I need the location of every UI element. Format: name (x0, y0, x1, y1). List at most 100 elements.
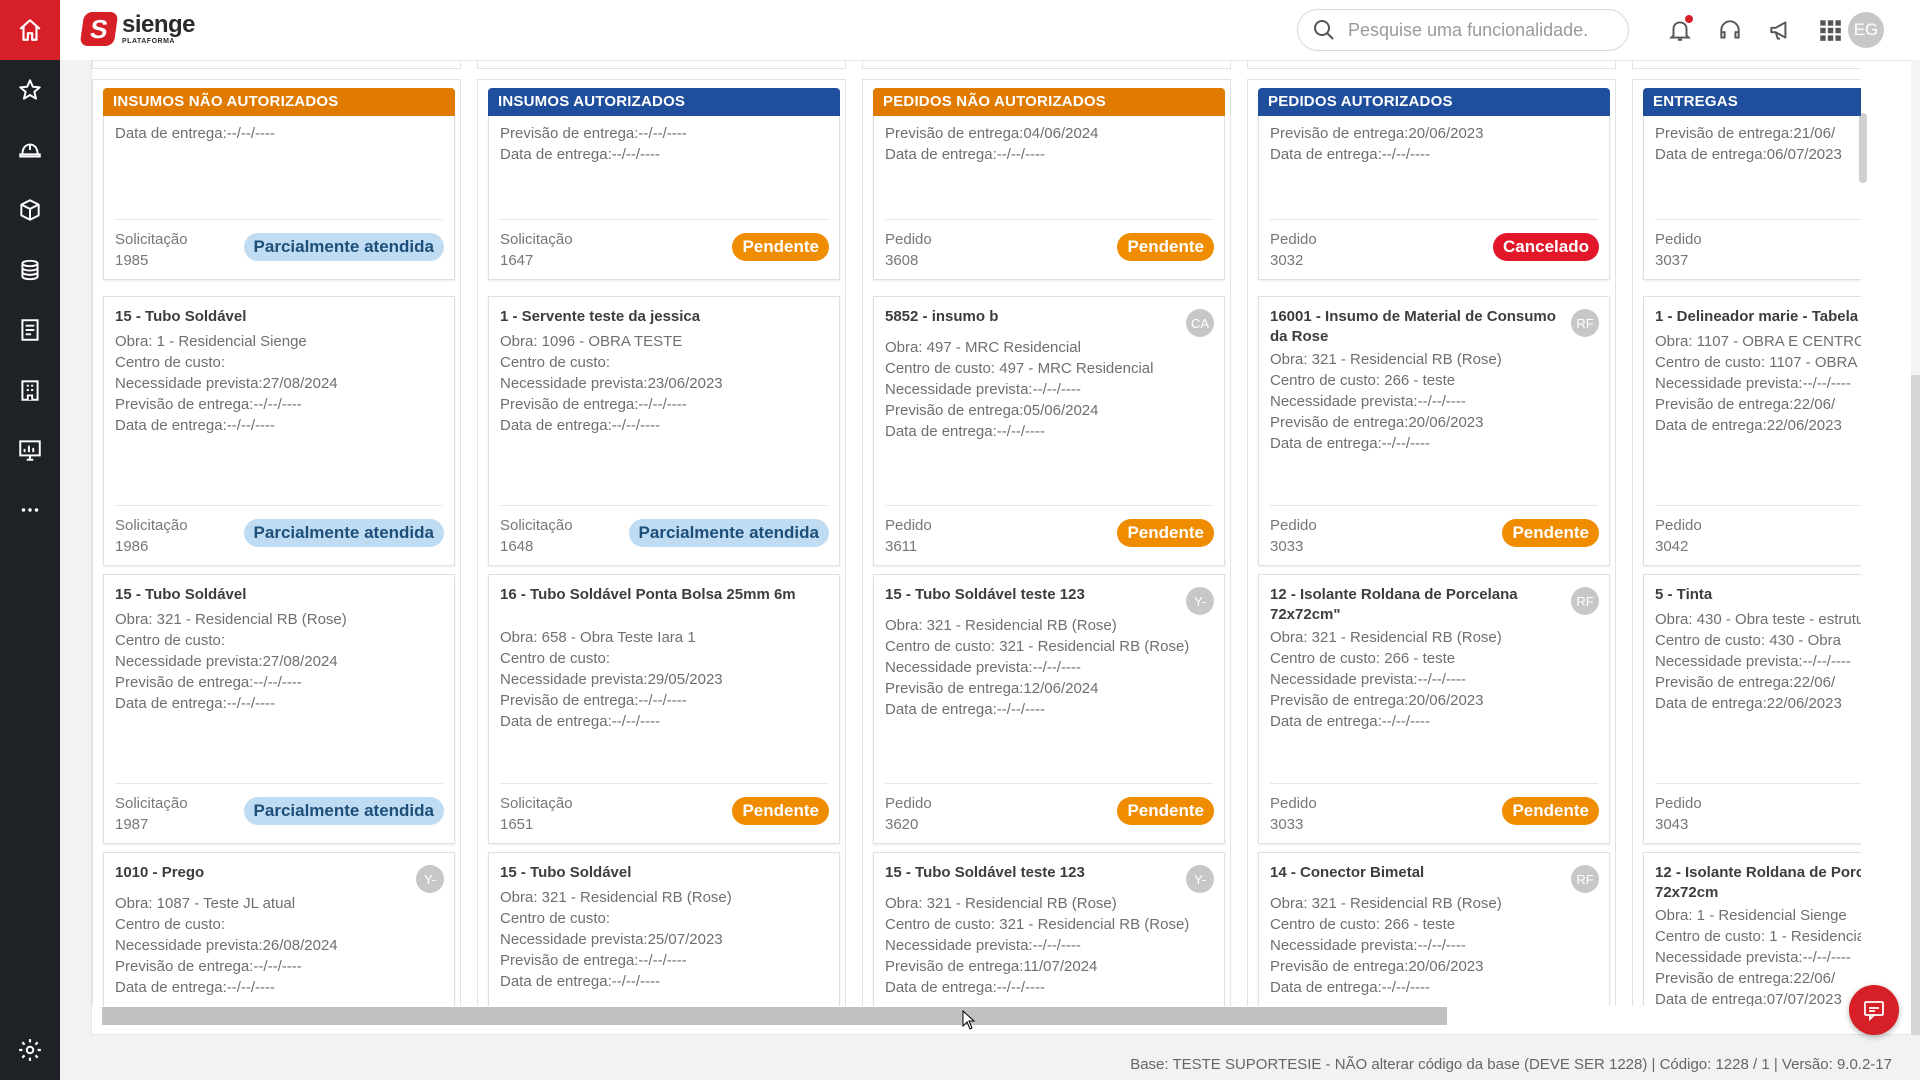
card-detail-line: Centro de custo: 266 - teste (1270, 372, 1456, 389)
kanban-card[interactable]: 1010 - Prego Y- Obra: 1087 - Teste JL atua… (103, 852, 455, 1006)
column-header: PEDIDOS AUTORIZADOS (1258, 88, 1610, 116)
card-reference: Pedido 3611 (885, 515, 932, 557)
reference-number[interactable]: 3620 (885, 814, 932, 835)
reference-number[interactable]: 3043 (1655, 814, 1702, 835)
building-icon[interactable] (0, 370, 60, 410)
card-detail-line: Data de entrega:--/--/---- (1270, 979, 1431, 996)
card-divider (115, 219, 443, 220)
card-reference: Pedido 3032 (1270, 229, 1317, 271)
card-detail-line: Previsão de entrega:--/--/---- (115, 674, 302, 691)
logo-mark: S (79, 12, 119, 46)
star-icon[interactable] (0, 70, 60, 110)
kanban-card[interactable]: Previsão de entrega:04/06/2024 Data de en… (873, 116, 1225, 280)
search-input[interactable] (1348, 19, 1608, 41)
reference-number[interactable]: 1985 (115, 250, 188, 271)
kanban-card[interactable]: 15 - Tubo Soldável teste 123 Y- Obra: 321 … (873, 852, 1225, 1006)
card-reference: Pedido 3033 (1270, 793, 1317, 835)
reference-type: Pedido (1270, 517, 1317, 534)
bell-icon[interactable] (1665, 15, 1695, 45)
helmet-icon[interactable] (0, 130, 60, 170)
card-detail-line: Centro de custo: 266 - teste (1270, 916, 1456, 933)
reference-number[interactable]: 3042 (1655, 536, 1702, 557)
kanban-card[interactable]: 15 - Tubo Soldável Obra: 1 - Residencial … (103, 296, 455, 566)
user-avatar[interactable]: EG (1848, 12, 1884, 48)
headset-icon[interactable] (1715, 15, 1745, 45)
reference-number[interactable]: 3608 (885, 250, 932, 271)
card-reference: Solicitação 1985 (115, 229, 188, 271)
kanban-card[interactable]: Data de entrega:--/--/---- Solicitação 198… (103, 116, 455, 280)
status-badge: Parcialmente atendida (243, 519, 444, 547)
assignee-avatar: RF (1571, 309, 1599, 337)
kanban-card[interactable]: 15 - Tubo Soldável Obra: 321 - Residencia… (103, 574, 455, 844)
card-detail-line: Obra: 321 - Residencial RB (Rose) (115, 611, 347, 628)
kanban-card[interactable]: 14 - Conector Bimetal RF Obra: 321 - Resid… (1258, 852, 1610, 1006)
chat-button[interactable] (1849, 985, 1899, 1035)
column-scrollbar[interactable] (1859, 113, 1867, 183)
kanban-card[interactable]: Previsão de entrega:--/--/---- Data de en… (488, 116, 840, 280)
box-icon[interactable] (0, 190, 60, 230)
kanban-board: INSUMOS NÃO AUTORIZADOS Data de entrega:-… (91, 60, 1920, 1035)
kanban-card[interactable]: 12 - Isolante Roldana de Porcelana 72x72… (1258, 574, 1610, 844)
card-divider (115, 783, 443, 784)
column-top-edge (92, 61, 461, 69)
reference-number[interactable]: 1647 (500, 250, 573, 271)
reference-number[interactable]: 1986 (115, 536, 188, 557)
kanban-card[interactable]: Previsão de entrega:21/06/Data de entreg… (1643, 116, 1861, 280)
search-box[interactable] (1297, 9, 1629, 51)
card-detail-line: Necessidade prevista:25/07/2023 (500, 931, 723, 948)
kanban-card[interactable]: 15 - Tubo Soldável teste 123 Y- Obra: 321 … (873, 574, 1225, 844)
kanban-column: INSUMOS AUTORIZADOS Previsão de entrega:-… (477, 79, 846, 1006)
reference-number[interactable]: 1648 (500, 536, 573, 557)
kanban-card[interactable]: 1 - Delineador marie - Tabela Obra: 1107 … (1643, 296, 1861, 566)
kanban-card[interactable]: Previsão de entrega:20/06/2023 Data de en… (1258, 116, 1610, 280)
column-body: Data de entrega:--/--/---- Solicitação 198… (93, 116, 460, 1006)
page-scrollbar[interactable] (1911, 375, 1920, 1035)
coins-icon[interactable] (0, 250, 60, 290)
card-divider (500, 219, 828, 220)
kanban-card[interactable]: 1 - Servente teste da jessica Obra: 1096 … (488, 296, 840, 566)
more-icon[interactable] (0, 490, 60, 530)
card-detail-line: Data de entrega:--/--/---- (885, 701, 1046, 718)
board-columns: INSUMOS NÃO AUTORIZADOS Data de entrega:-… (92, 61, 1861, 1006)
reference-number[interactable]: 3033 (1270, 814, 1317, 835)
kanban-card[interactable]: 5 - Tinta Obra: 430 - Obra teste - estrut… (1643, 574, 1861, 844)
card-divider (500, 505, 828, 506)
reference-type: Pedido (1655, 517, 1702, 534)
card-detail-line: Data de entrega:--/--/---- (500, 417, 661, 434)
card-detail-line: Necessidade prevista:--/--/---- (1655, 375, 1851, 392)
card-reference: Solicitação 1651 (500, 793, 573, 835)
card-detail-line: Data de entrega:--/--/---- (1270, 146, 1431, 163)
home-icon[interactable] (0, 0, 60, 60)
column-top-edge (477, 61, 846, 69)
reference-number[interactable]: 3037 (1655, 250, 1702, 271)
column-body: Previsão de entrega:04/06/2024 Data de en… (863, 116, 1230, 1006)
notification-dot (1685, 15, 1693, 23)
reference-number[interactable]: 3033 (1270, 536, 1317, 557)
card-title: 15 - Tubo Soldável teste 123 (885, 864, 1085, 881)
card-title: 16 - Tubo Soldável Ponta Bolsa 25mm 6m (500, 586, 796, 603)
sienge-logo[interactable]: S sienge PLATAFORMA (79, 12, 196, 46)
settings-icon[interactable] (0, 1030, 60, 1070)
kanban-card[interactable]: 5852 - insumo b CA Obra: 497 - MRC Residen… (873, 296, 1225, 566)
report-icon[interactable] (0, 310, 60, 350)
card-detail-line: Obra: 321 - Residencial RB (Rose) (885, 617, 1117, 634)
status-text: Base: TESTE SUPORTESIE - NÃO alterar cód… (1130, 1056, 1892, 1073)
reference-number[interactable]: 1651 (500, 814, 573, 835)
dashboard-icon[interactable] (0, 430, 60, 470)
status-badge: Pendente (1502, 797, 1599, 825)
card-detail-line: Previsão de entrega:--/--/---- (500, 125, 687, 142)
megaphone-icon[interactable] (1765, 15, 1795, 45)
kanban-card[interactable]: 16001 - Insumo de Material de Consumo da… (1258, 296, 1610, 566)
kanban-card[interactable]: 15 - Tubo Soldável Obra: 321 - Residencia… (488, 852, 840, 1006)
horizontal-scrollbar[interactable] (102, 1007, 1447, 1025)
card-detail-line: Centro de custo: (500, 354, 611, 371)
kanban-card[interactable]: 16 - Tubo Soldável Ponta Bolsa 25mm 6m Ob… (488, 574, 840, 844)
apps-grid-icon[interactable] (1815, 15, 1845, 45)
status-badge: Cancelado (1493, 233, 1599, 261)
reference-number[interactable]: 1987 (115, 814, 188, 835)
reference-number[interactable]: 3611 (885, 536, 932, 557)
card-detail-line: Centro de custo: (115, 916, 226, 933)
reference-number[interactable]: 3032 (1270, 250, 1317, 271)
card-reference: Pedido 3043 (1655, 793, 1702, 835)
kanban-card[interactable]: 12 - Isolante Roldana de Porcelana 72x72… (1643, 852, 1861, 1006)
